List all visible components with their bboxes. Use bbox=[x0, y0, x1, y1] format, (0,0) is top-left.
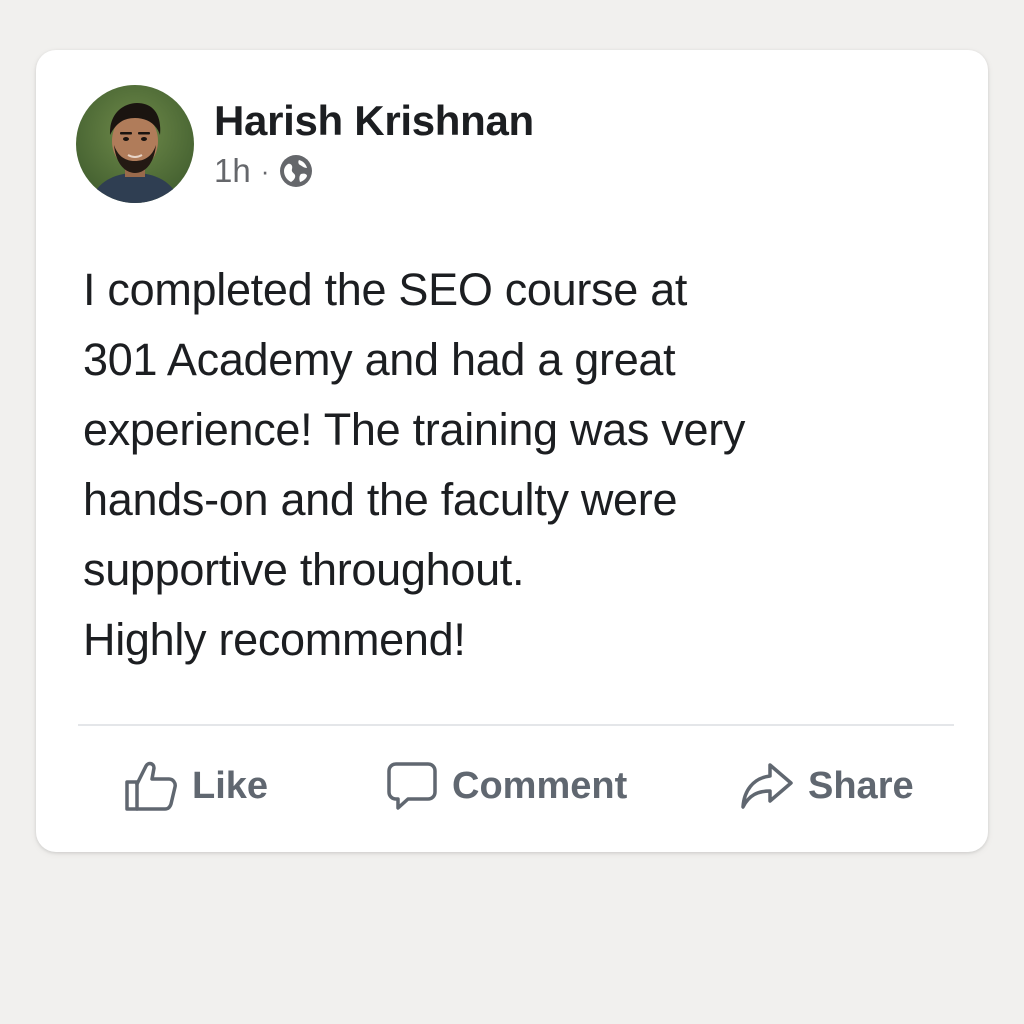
post-body-line: experience! The training was very bbox=[83, 404, 746, 455]
post-body-line: 301 Academy and had a great bbox=[83, 334, 676, 385]
comment-button[interactable]: Comment bbox=[386, 750, 627, 822]
action-bar: Like Comment Share bbox=[36, 750, 988, 822]
post-card: Harish Krishnan 1h · I completed the SEO… bbox=[36, 50, 988, 852]
post-body-line: Highly recommend! bbox=[83, 614, 466, 665]
author-name[interactable]: Harish Krishnan bbox=[214, 95, 534, 147]
like-button[interactable]: Like bbox=[124, 750, 268, 822]
globe-icon[interactable] bbox=[279, 154, 313, 188]
post-body: I completed the SEO course at 301 Academ… bbox=[83, 255, 943, 675]
meta-separator: · bbox=[260, 155, 270, 186]
like-label: Like bbox=[192, 764, 269, 807]
post-header: Harish Krishnan 1h · bbox=[76, 85, 534, 203]
comment-label: Comment bbox=[452, 764, 628, 807]
thumbs-up-icon bbox=[124, 760, 178, 812]
post-body-line: hands-on and the faculty were bbox=[83, 474, 678, 525]
post-body-line: supportive throughout. bbox=[83, 544, 525, 595]
action-divider bbox=[78, 724, 954, 726]
post-body-line: I completed the SEO course at bbox=[83, 264, 688, 315]
share-button[interactable]: Share bbox=[740, 750, 914, 822]
post-timestamp[interactable]: 1h bbox=[214, 149, 251, 193]
share-arrow-icon bbox=[740, 761, 794, 811]
share-label: Share bbox=[808, 764, 914, 807]
author-block: Harish Krishnan 1h · bbox=[214, 95, 534, 193]
post-meta: 1h · bbox=[214, 149, 534, 193]
avatar[interactable] bbox=[76, 85, 194, 203]
speech-bubble-icon bbox=[386, 760, 438, 812]
